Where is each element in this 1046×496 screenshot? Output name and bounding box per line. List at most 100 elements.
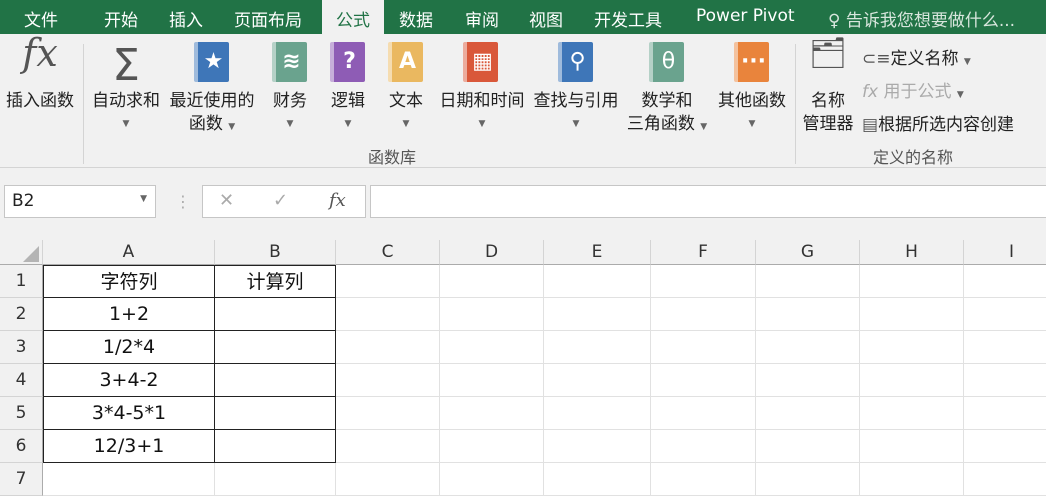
cell[interactable]: [215, 463, 336, 496]
cell[interactable]: [651, 265, 756, 298]
tab-insert[interactable]: 插入: [169, 6, 203, 31]
cancel-icon[interactable]: ✕: [219, 190, 234, 211]
cell[interactable]: [651, 397, 756, 430]
recent-functions-button[interactable]: ★ 最近使用的 函数 ▼: [166, 42, 258, 139]
cell[interactable]: [860, 364, 964, 397]
cell[interactable]: [544, 265, 651, 298]
tell-me-search[interactable]: ♀ 告诉我您想要做什么...: [828, 6, 1015, 31]
insert-function-button[interactable]: fx 插入函数: [2, 34, 78, 113]
row-header[interactable]: 2: [0, 298, 43, 331]
cell[interactable]: [336, 397, 440, 430]
column-header[interactable]: G: [756, 240, 860, 265]
row-header[interactable]: 7: [0, 463, 43, 496]
cell[interactable]: [756, 364, 860, 397]
tab-view[interactable]: 视图: [529, 6, 563, 31]
tab-power-pivot[interactable]: Power Pivot: [696, 6, 795, 26]
enter-check-icon[interactable]: ✓: [273, 190, 288, 211]
math-trig-button[interactable]: θ 数学和 三角函数 ▼: [624, 42, 710, 139]
row-header[interactable]: 6: [0, 430, 43, 463]
cell[interactable]: [440, 397, 544, 430]
cell[interactable]: [544, 364, 651, 397]
financial-button[interactable]: ≋ 财务 ▼: [268, 42, 312, 136]
cell[interactable]: [440, 364, 544, 397]
column-header[interactable]: C: [336, 240, 440, 265]
tab-home[interactable]: 开始: [104, 6, 138, 31]
tab-page-layout[interactable]: 页面布局: [234, 6, 302, 31]
row-header[interactable]: 5: [0, 397, 43, 430]
column-header[interactable]: E: [544, 240, 651, 265]
cell[interactable]: [215, 331, 336, 364]
cell[interactable]: [440, 265, 544, 298]
create-from-selection-button[interactable]: ▤根据所选内容创建: [862, 110, 1014, 135]
cell[interactable]: [756, 331, 860, 364]
column-header[interactable]: H: [860, 240, 964, 265]
cell[interactable]: [756, 265, 860, 298]
cell[interactable]: 计算列: [215, 265, 336, 298]
cell[interactable]: [651, 331, 756, 364]
select-all-corner[interactable]: [0, 240, 43, 265]
cell[interactable]: [860, 463, 964, 496]
cell[interactable]: [860, 331, 964, 364]
cell[interactable]: [651, 463, 756, 496]
cell[interactable]: [964, 265, 1046, 298]
cell[interactable]: [544, 397, 651, 430]
cell[interactable]: [860, 397, 964, 430]
cell[interactable]: [651, 364, 756, 397]
use-in-formula-button[interactable]: fx 用于公式 ▼: [862, 77, 964, 102]
column-header[interactable]: I: [964, 240, 1046, 265]
tab-file[interactable]: 文件: [24, 6, 58, 31]
row-header[interactable]: 4: [0, 364, 43, 397]
tab-review[interactable]: 审阅: [465, 6, 499, 31]
cell[interactable]: [440, 463, 544, 496]
cell[interactable]: [215, 298, 336, 331]
lookup-reference-button[interactable]: ⚲ 查找与引用 ▼: [530, 42, 622, 136]
cell[interactable]: [440, 298, 544, 331]
cell[interactable]: [215, 364, 336, 397]
cell[interactable]: [860, 298, 964, 331]
tab-developer[interactable]: 开发工具: [594, 6, 662, 31]
name-manager-button[interactable]: 🗂 名称 管理器: [798, 39, 858, 136]
cell[interactable]: [860, 265, 964, 298]
insert-function-icon[interactable]: fx: [329, 190, 346, 211]
cell[interactable]: [964, 331, 1046, 364]
cell[interactable]: [336, 331, 440, 364]
drag-handle-icon[interactable]: ⋮: [175, 192, 191, 211]
cell[interactable]: [336, 430, 440, 463]
cell[interactable]: [756, 397, 860, 430]
cell[interactable]: [43, 463, 215, 496]
cell[interactable]: [964, 430, 1046, 463]
logical-button[interactable]: ? 逻辑 ▼: [326, 42, 370, 136]
cell[interactable]: 3+4-2: [43, 364, 215, 397]
cell[interactable]: 3*4-5*1: [43, 397, 215, 430]
formula-input[interactable]: [370, 185, 1046, 218]
name-box[interactable]: B2 ▼: [4, 185, 156, 218]
cell[interactable]: 12/3+1: [43, 430, 215, 463]
cell[interactable]: [544, 430, 651, 463]
cell[interactable]: [964, 298, 1046, 331]
cell[interactable]: [756, 430, 860, 463]
cell[interactable]: 字符列: [43, 265, 215, 298]
text-button[interactable]: A 文本 ▼: [384, 42, 428, 136]
cell[interactable]: [544, 298, 651, 331]
cell[interactable]: [440, 331, 544, 364]
column-header[interactable]: F: [651, 240, 756, 265]
cell[interactable]: [964, 463, 1046, 496]
cell[interactable]: [860, 430, 964, 463]
cell[interactable]: [544, 463, 651, 496]
dropdown-arrow-icon[interactable]: ▼: [140, 194, 147, 204]
cell[interactable]: [756, 298, 860, 331]
cell[interactable]: [336, 265, 440, 298]
cell[interactable]: [440, 430, 544, 463]
more-functions-button[interactable]: ··· 其他函数 ▼: [712, 42, 792, 136]
cell[interactable]: [215, 430, 336, 463]
cell[interactable]: 1/2*4: [43, 331, 215, 364]
row-header[interactable]: 1: [0, 265, 43, 298]
row-header[interactable]: 3: [0, 331, 43, 364]
cell[interactable]: [964, 397, 1046, 430]
cell[interactable]: [215, 397, 336, 430]
cell[interactable]: [336, 463, 440, 496]
cell[interactable]: [651, 298, 756, 331]
cell[interactable]: 1+2: [43, 298, 215, 331]
column-header[interactable]: B: [215, 240, 336, 265]
autosum-button[interactable]: Σ 自动求和 ▼: [88, 42, 164, 136]
